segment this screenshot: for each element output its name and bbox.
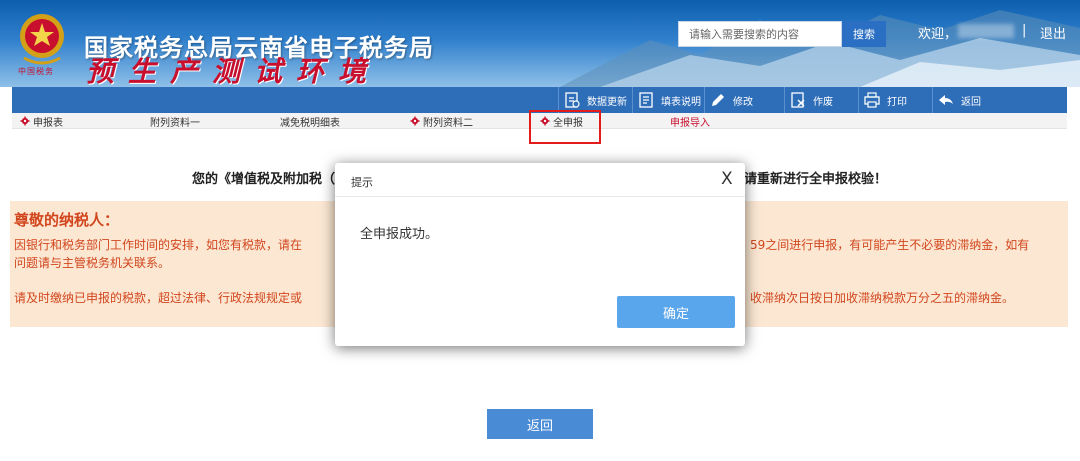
search-button[interactable]: 搜索 <box>842 21 886 47</box>
back-button[interactable]: 返回 <box>932 87 981 113</box>
header-banner: 中国税务 国家税务总局云南省电子税务局 预生产测试环境 搜索 欢迎， | 退出 <box>0 0 1080 87</box>
result-message-left: 您的《增值税及附加税（ <box>192 172 336 187</box>
return-button[interactable]: 返回 <box>487 409 593 439</box>
close-icon[interactable]: X <box>721 169 733 189</box>
tab-label: 申报表 <box>33 117 63 129</box>
search-input[interactable] <box>678 21 842 47</box>
username-redacted <box>958 24 1014 38</box>
notice-line-1-right: 59之间进行申报，有可能产生不必要的滞纳金，如有 <box>750 238 1030 252</box>
toolbar-label: 返回 <box>961 96 981 108</box>
toolbar-label: 数据更新 <box>587 96 627 108</box>
tab-declaration-form[interactable]: 申报表 <box>20 113 63 129</box>
notice-line-3-right: 收滞纳次日按日加收滞纳税款万分之五的滞纳金。 <box>750 291 1015 305</box>
toolbar-label: 修改 <box>733 96 753 108</box>
tab-label: 附列资料一 <box>150 117 200 129</box>
tab-attachment-one[interactable]: 附列资料一 <box>150 113 200 129</box>
edit-icon <box>712 94 724 106</box>
welcome-text: 欢迎， <box>918 27 958 42</box>
logout-link[interactable]: 退出 <box>1040 23 1066 42</box>
dialog-title: 提示 <box>351 176 373 189</box>
print-button[interactable]: 打印 <box>858 87 907 113</box>
edit-button[interactable]: 修改 <box>704 87 753 113</box>
confirm-button[interactable]: 确定 <box>617 296 735 328</box>
fill-guide-icon <box>639 92 653 108</box>
tab-attachment-two[interactable]: 附列资料二 <box>410 113 473 129</box>
data-update-icon <box>565 92 580 108</box>
tax-emblem-icon <box>20 14 64 65</box>
notice-line-2: 问题请与主管税务机关联系。 <box>14 256 171 270</box>
tab-declaration-import[interactable]: 申报导入 <box>670 113 710 129</box>
success-dialog: 提示 X 全申报成功。 确定 <box>335 163 745 346</box>
void-button[interactable]: 作废 <box>784 87 833 113</box>
notice-line-1-left: 因银行和税务部门工作时间的安排，如您有税款，请在 <box>14 238 303 252</box>
void-icon <box>791 92 805 108</box>
tab-label: 申报导入 <box>670 117 710 129</box>
gear-icon <box>20 116 30 126</box>
notice-line-3-left: 请及时缴纳已申报的税款，超过法律、行政法规规定或 <box>14 291 303 305</box>
emblem-caption: 中国税务 <box>18 67 54 76</box>
environment-title: 预生产测试环境 <box>86 55 381 87</box>
result-message-right: 请重新进行全申报校验！ <box>744 172 888 187</box>
header-separator: | <box>1022 23 1027 38</box>
annotation-highlight-box <box>529 110 601 144</box>
dialog-message: 全申报成功。 <box>360 227 439 242</box>
toolbar-label: 作废 <box>813 96 833 108</box>
tab-label: 附列资料二 <box>423 117 473 129</box>
tab-tax-reduction-detail[interactable]: 减免税明细表 <box>280 113 340 129</box>
print-icon <box>864 92 880 108</box>
back-arrow-icon <box>939 95 953 105</box>
gear-icon <box>410 116 420 126</box>
dialog-header: 提示 X <box>335 163 745 197</box>
toolbar-label: 填表说明 <box>661 96 701 108</box>
fill-guide-button[interactable]: 填表说明 <box>632 87 701 113</box>
notice-title: 尊敬的纳税人： <box>14 211 120 229</box>
tab-label: 减免税明细表 <box>280 117 340 129</box>
toolbar-label: 打印 <box>887 96 907 108</box>
